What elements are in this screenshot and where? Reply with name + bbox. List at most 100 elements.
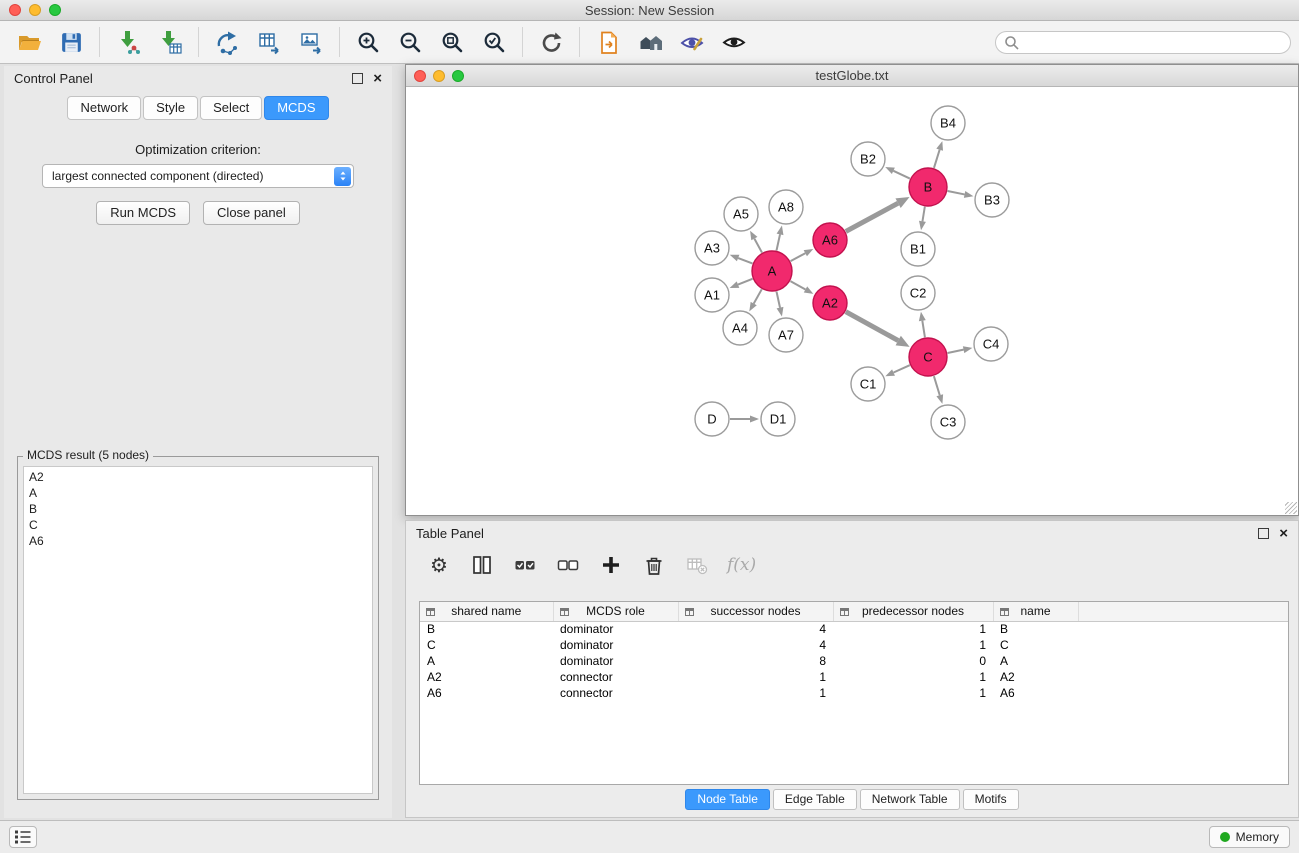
edge-B-B1[interactable]	[922, 207, 924, 222]
zoom-fit-button[interactable]	[431, 23, 473, 61]
table-cell[interactable]: 0	[833, 653, 993, 669]
node-A2[interactable]: A2	[813, 286, 847, 320]
node-A5[interactable]: A5	[724, 197, 758, 231]
minimize-network-window-button[interactable]	[433, 70, 445, 82]
column-header-successor-nodes[interactable]: successor nodes	[678, 602, 833, 621]
result-item[interactable]: A	[29, 485, 367, 501]
import-table-file-button[interactable]	[149, 23, 191, 61]
column-header-mcds-role[interactable]: MCDS role	[553, 602, 678, 621]
table-cell[interactable]: 1	[678, 685, 833, 701]
table-settings-button[interactable]: ⚙	[426, 552, 452, 578]
node-B1[interactable]: B1	[901, 232, 935, 266]
edge-A-A4[interactable]	[754, 289, 762, 303]
node-A8[interactable]: A8	[769, 190, 803, 224]
tab-select[interactable]: Select	[200, 96, 262, 120]
table-cell[interactable]: 1	[833, 685, 993, 701]
node-C1[interactable]: C1	[851, 367, 885, 401]
import-network-file-button[interactable]	[107, 23, 149, 61]
table-cell[interactable]: 1	[833, 637, 993, 653]
result-item[interactable]: A2	[29, 469, 367, 485]
table-cell[interactable]: 4	[678, 637, 833, 653]
node-C2[interactable]: C2	[901, 276, 935, 310]
criterion-dropdown[interactable]: largest connected component (directed)	[42, 164, 354, 188]
show-hide-graphics-button[interactable]	[713, 23, 755, 61]
table-cell[interactable]: dominator	[553, 653, 678, 669]
edge-A-A2[interactable]	[790, 281, 805, 289]
close-panel-button[interactable]: Close panel	[203, 201, 300, 225]
node-table-container[interactable]: shared nameMCDS rolesuccessor nodesprede…	[419, 601, 1289, 785]
result-item[interactable]: B	[29, 501, 367, 517]
node-D1[interactable]: D1	[761, 402, 795, 436]
table-cell[interactable]: 1	[833, 621, 993, 637]
close-network-window-button[interactable]	[414, 70, 426, 82]
tab-edge-table[interactable]: Edge Table	[773, 789, 857, 810]
run-mcds-button[interactable]: Run MCDS	[96, 201, 190, 225]
first-neighbors-button[interactable]	[629, 23, 671, 61]
node-A6[interactable]: A6	[813, 223, 847, 257]
node-A7[interactable]: A7	[769, 318, 803, 352]
save-session-button[interactable]	[50, 23, 92, 61]
result-item[interactable]: A6	[29, 533, 367, 549]
node-D[interactable]: D	[695, 402, 729, 436]
fullscreen-window-button[interactable]	[49, 4, 61, 16]
node-A3[interactable]: A3	[695, 231, 729, 265]
resize-handle[interactable]	[1285, 502, 1297, 514]
edge-A-A7[interactable]	[776, 292, 780, 308]
table-cell[interactable]: A	[420, 653, 553, 669]
edge-A-A6[interactable]	[791, 253, 806, 261]
refresh-button[interactable]	[530, 23, 572, 61]
table-cell[interactable]: A	[993, 653, 1078, 669]
zoom-selected-button[interactable]	[473, 23, 515, 61]
edge-A-A1[interactable]	[738, 279, 753, 285]
table-row[interactable]: Bdominator41B	[420, 621, 1288, 637]
table-cell[interactable]: 1	[833, 669, 993, 685]
tab-motifs[interactable]: Motifs	[963, 789, 1019, 810]
table-cell[interactable]: C	[420, 637, 553, 653]
table-cell[interactable]: 1	[678, 669, 833, 685]
edge-C-C4[interactable]	[948, 350, 964, 353]
node-C[interactable]: C	[909, 338, 947, 376]
table-row[interactable]: Cdominator41C	[420, 637, 1288, 653]
edge-B-B2[interactable]	[893, 171, 910, 179]
float-panel-icon[interactable]	[352, 73, 363, 84]
birds-eye-view-button[interactable]	[671, 23, 713, 61]
table-row[interactable]: A6connector11A6	[420, 685, 1288, 701]
minimize-window-button[interactable]	[29, 4, 41, 16]
edge-A-A3[interactable]	[738, 258, 752, 263]
node-B2[interactable]: B2	[851, 142, 885, 176]
network-canvas[interactable]: B4B2BB3A5A8A6A3AB1A1A2C2A4A7C4CC1DD1C3	[406, 87, 1298, 515]
network-graph[interactable]: B4B2BB3A5A8A6A3AB1A1A2C2A4A7C4CC1DD1C3	[406, 87, 1298, 515]
delete-button[interactable]	[641, 552, 667, 578]
tab-network-table[interactable]: Network Table	[860, 789, 960, 810]
node-C4[interactable]: C4	[974, 327, 1008, 361]
table-row[interactable]: Adominator80A	[420, 653, 1288, 669]
tab-style[interactable]: Style	[143, 96, 198, 120]
table-cell[interactable]: connector	[553, 685, 678, 701]
edge-A-A8[interactable]	[776, 234, 780, 250]
zoom-network-window-button[interactable]	[452, 70, 464, 82]
edge-C-C1[interactable]	[894, 365, 910, 372]
search-box[interactable]	[995, 31, 1291, 54]
table-cell[interactable]: A6	[993, 685, 1078, 701]
edge-C-C3[interactable]	[934, 376, 940, 395]
close-window-button[interactable]	[9, 4, 21, 16]
table-cell[interactable]: 8	[678, 653, 833, 669]
table-cell[interactable]: dominator	[553, 621, 678, 637]
node-A1[interactable]: A1	[695, 278, 729, 312]
node-B4[interactable]: B4	[931, 106, 965, 140]
task-history-button[interactable]	[9, 826, 37, 848]
table-row[interactable]: A2connector11A2	[420, 669, 1288, 685]
node-A4[interactable]: A4	[723, 311, 757, 345]
table-cell[interactable]: A6	[420, 685, 553, 701]
search-input[interactable]	[1024, 35, 1282, 49]
edge-C-C2[interactable]	[922, 321, 925, 338]
select-all-button[interactable]	[512, 552, 538, 578]
export-image-button[interactable]	[290, 23, 332, 61]
select-columns-button[interactable]	[469, 552, 495, 578]
column-header-predecessor-nodes[interactable]: predecessor nodes	[833, 602, 993, 621]
table-cell[interactable]: B	[420, 621, 553, 637]
edge-A6-B[interactable]	[846, 203, 898, 231]
table-cell[interactable]: dominator	[553, 637, 678, 653]
node-C3[interactable]: C3	[931, 405, 965, 439]
memory-button[interactable]: Memory	[1209, 826, 1290, 848]
